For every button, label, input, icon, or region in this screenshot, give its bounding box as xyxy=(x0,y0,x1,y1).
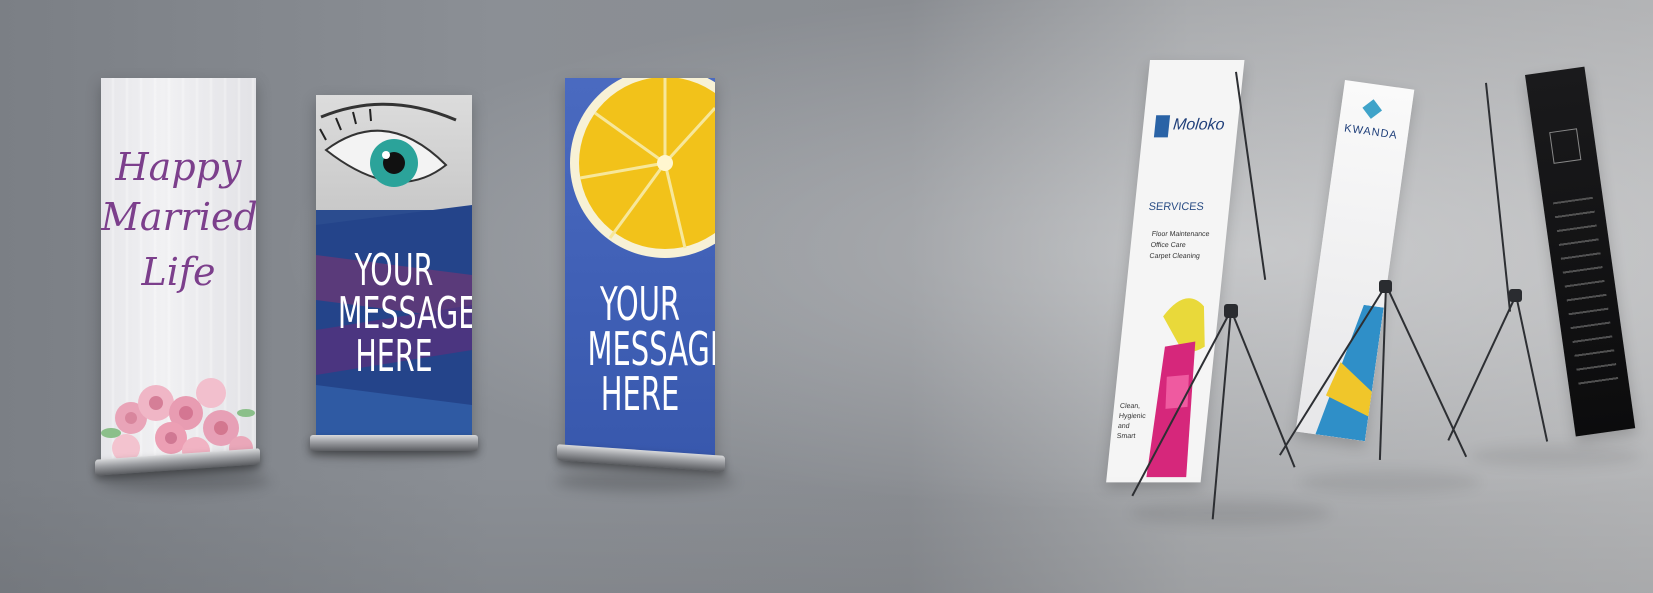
stand-leg xyxy=(1385,284,1468,458)
stand-shadow xyxy=(100,470,270,492)
banner-panel xyxy=(1525,66,1636,437)
rollup-banner-eye: YOUR MESSAGE HERE xyxy=(310,95,478,455)
accent-shape xyxy=(1315,304,1384,442)
rollup-banner-wedding: Happy Married Life xyxy=(95,78,260,478)
tagline-text: Clean, Hygienic and Smart xyxy=(1116,402,1146,441)
service-item: Office Care xyxy=(1150,241,1187,250)
headline-line-here: HERE xyxy=(600,367,680,421)
hero-banner-image: Happy Married Life YOUR MESSAGE HERE YOU… xyxy=(0,0,1653,593)
stand-hub xyxy=(1379,280,1392,293)
service-item: Carpet Cleaning xyxy=(1149,253,1201,261)
headline-line-your: YOUR xyxy=(599,277,681,331)
script-line-life: Life xyxy=(141,250,216,294)
eye-illustration xyxy=(319,102,457,187)
stand-shadow xyxy=(555,470,735,492)
rollup-base xyxy=(310,435,478,451)
stand-leg xyxy=(1515,294,1549,442)
stand-shadow xyxy=(1300,470,1480,494)
frame-pole xyxy=(1235,71,1267,280)
x-banner-black xyxy=(1447,66,1653,505)
logo-mark xyxy=(1362,99,1383,119)
logo-mark xyxy=(1153,115,1171,138)
cleaning-glove-illustration xyxy=(1146,298,1205,478)
logo-mark xyxy=(1549,128,1582,164)
lemon-slice-illustration xyxy=(570,78,715,258)
rollup-banner-lemon: YOUR MESSAGE HERE xyxy=(557,78,725,483)
frame-pole xyxy=(1485,82,1512,312)
script-line-married: Married xyxy=(101,195,256,239)
text-lines xyxy=(1552,196,1620,391)
service-item: Floor Maintenance xyxy=(1151,230,1210,238)
banner-panel: Happy Married Life xyxy=(101,78,256,463)
kwanda-logo-text: KWANDA xyxy=(1343,122,1399,142)
roses-bouquet-illustration xyxy=(101,378,255,463)
headline-line-here: HERE xyxy=(355,331,433,382)
banner-panel: YOUR MESSAGE HERE xyxy=(316,95,472,440)
headline-line-your: YOUR xyxy=(354,245,434,296)
stand-hub xyxy=(1509,289,1522,302)
stand-hub xyxy=(1224,304,1238,318)
script-line-happy: Happy xyxy=(115,145,242,189)
services-heading: SERVICES xyxy=(1148,200,1205,213)
headline-line-message: MESSAGE xyxy=(587,322,716,376)
banner-panel: YOUR MESSAGE HERE xyxy=(565,78,715,458)
stand-shadow xyxy=(1130,500,1330,526)
moloko-logo-text: Moloko xyxy=(1172,116,1226,134)
services-list: Floor Maintenance Office Care Carpet Cle… xyxy=(1149,229,1210,262)
banner-panel: Moloko SERVICES Floor Maintenance Office… xyxy=(1106,60,1245,483)
headline-line-message: MESSAGE xyxy=(337,288,472,339)
